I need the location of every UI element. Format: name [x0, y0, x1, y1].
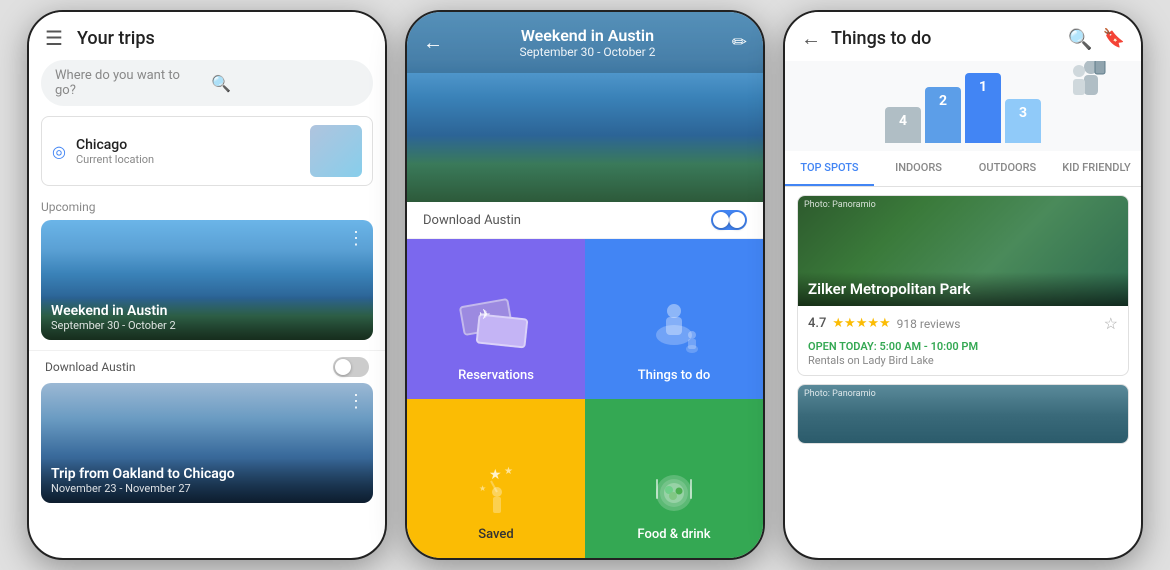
phone-weekend-austin: ← Weekend in Austin September 30 - Octob… — [405, 10, 765, 560]
podium-3: 3 — [1005, 99, 1041, 143]
download-toggle[interactable] — [333, 357, 369, 377]
back-arrow-icon[interactable]: ← — [423, 30, 443, 55]
place-rating-row: 4.7 ★★★★★ 918 reviews ☆ — [808, 314, 1118, 333]
bookmark-button[interactable]: ☆ — [1104, 314, 1118, 333]
trip-more-button[interactable]: ⋮ — [347, 228, 365, 249]
trip-title-2: Trip from Oakland to Chicago — [51, 466, 363, 482]
stars-icon: ★★★★★ — [832, 316, 890, 331]
svg-text:★: ★ — [489, 467, 502, 483]
trip-title: Weekend in Austin — [51, 303, 363, 319]
phone-your-trips: ☰ Your trips Where do you want to go? 🔍 … — [27, 10, 387, 560]
trip-card-oakland[interactable]: Trip from Oakland to Chicago November 23… — [41, 383, 373, 503]
tab-kid-friendly[interactable]: KID FRIENDLY — [1052, 151, 1141, 186]
phones-container: ☰ Your trips Where do you want to go? 🔍 … — [27, 10, 1143, 560]
download-label: Download Austin — [45, 360, 135, 374]
food-illustration — [644, 461, 704, 521]
edit-icon[interactable]: ✏ — [732, 32, 747, 53]
things-illustration — [639, 297, 709, 362]
p3-search-icon[interactable]: 🔍 — [1068, 27, 1093, 51]
p3-title: Things to do — [831, 28, 1058, 49]
p2-header-title: Weekend in Austin — [451, 26, 724, 45]
photo-credit: Photo: Panoramio — [804, 200, 876, 210]
podium-4: 4 — [885, 107, 921, 143]
things-to-do-label: Things to do — [638, 368, 710, 383]
svg-text:★: ★ — [479, 484, 486, 493]
place-name-zilker: Zilker Metropolitan Park — [808, 280, 1118, 298]
trip-dates: September 30 - October 2 — [51, 319, 363, 332]
p3-tabs: TOP SPOTS INDOORS OUTDOORS KID FRIENDLY — [785, 151, 1141, 187]
grid-cell-food-drink[interactable]: Food & drink — [585, 399, 763, 559]
location-name: Chicago — [76, 137, 300, 153]
p1-header: ☰ Your trips — [29, 12, 385, 60]
reservations-label: Reservations — [458, 368, 534, 383]
tab-top-spots[interactable]: TOP SPOTS — [785, 151, 874, 186]
food-drink-label: Food & drink — [637, 527, 710, 542]
p2-header-center: Weekend in Austin September 30 - October… — [451, 26, 724, 59]
saved-label: Saved — [478, 527, 513, 542]
p3-back-arrow-icon[interactable]: ← — [801, 26, 821, 51]
current-location-row[interactable]: ◎ Chicago Current location — [41, 116, 373, 186]
p2-download-bar: Download Austin — [407, 202, 763, 239]
p2-download-label: Download Austin — [423, 213, 521, 228]
search-icon: 🔍 — [211, 74, 359, 93]
place-card-zilker[interactable]: Zilker Metropolitan Park Photo: Panorami… — [797, 195, 1129, 376]
grid-cell-reservations[interactable]: ✈ Reservations — [407, 239, 585, 399]
menu-icon[interactable]: ☰ — [45, 26, 63, 50]
search-placeholder: Where do you want to go? — [55, 68, 203, 98]
location-info: Chicago Current location — [76, 137, 300, 166]
p2-download-toggle[interactable] — [711, 210, 747, 230]
review-count: 918 reviews — [897, 317, 961, 331]
photo-credit-2: Photo: Panoramio — [804, 389, 876, 399]
place-image-zilker: Zilker Metropolitan Park Photo: Panorami… — [798, 196, 1128, 306]
svg-text:★: ★ — [504, 466, 513, 477]
grid-cell-saved[interactable]: ★ ★ ★ Saved — [407, 399, 585, 559]
tab-indoors[interactable]: INDOORS — [874, 151, 963, 186]
p3-bookmark-icon[interactable]: 🔖 — [1103, 28, 1125, 49]
p2-grid: ✈ Reservations — [407, 239, 763, 558]
place-info-zilker: 4.7 ★★★★★ 918 reviews ☆ OPEN TODAY: 5:00… — [798, 306, 1128, 375]
trip-dates-2: November 23 - November 27 — [51, 482, 363, 495]
p3-header: ← Things to do 🔍 🔖 — [785, 12, 1141, 61]
p3-podium-illustration: 4 2 1 3 — [785, 61, 1141, 151]
location-sub: Current location — [76, 153, 300, 166]
place-card-waterfall[interactable]: Photo: Panoramio — [797, 384, 1129, 444]
p3-content: Zilker Metropolitan Park Photo: Panorami… — [785, 187, 1141, 558]
p2-header: ← Weekend in Austin September 30 - Octob… — [407, 12, 763, 73]
p1-title: Your trips — [77, 28, 155, 49]
place-description: Rentals on Lady Bird Lake — [808, 354, 1118, 367]
p2-header-dates: September 30 - October 2 — [451, 45, 724, 59]
phone-things-to-do: ← Things to do 🔍 🔖 4 — [783, 10, 1143, 560]
grid-cell-things-to-do[interactable]: Things to do — [585, 239, 763, 399]
location-icon: ◎ — [52, 142, 66, 161]
section-label-upcoming: Upcoming — [29, 196, 385, 220]
place-img-overlay: Zilker Metropolitan Park — [798, 272, 1128, 306]
trip-card-overlay-2: Trip from Oakland to Chicago November 23… — [41, 458, 373, 503]
location-thumbnail — [310, 125, 362, 177]
search-bar[interactable]: Where do you want to go? 🔍 — [41, 60, 373, 106]
trip-more-button-2[interactable]: ⋮ — [347, 391, 365, 412]
trip-card-austin[interactable]: Weekend in Austin September 30 - October… — [41, 220, 373, 340]
podium-2: 2 — [925, 87, 961, 143]
open-status: OPEN TODAY: 5:00 AM - 10:00 PM — [808, 340, 978, 353]
download-bar: Download Austin — [29, 350, 385, 383]
tab-outdoors[interactable]: OUTDOORS — [963, 151, 1052, 186]
podium-container: 4 2 1 3 — [885, 73, 1041, 143]
saved-illustration: ★ ★ ★ — [461, 456, 531, 521]
podium-1: 1 — [965, 73, 1001, 143]
rating-number: 4.7 — [808, 316, 826, 331]
tickets-illustration: ✈ — [461, 302, 531, 362]
trip-card-overlay: Weekend in Austin September 30 - October… — [41, 295, 373, 340]
